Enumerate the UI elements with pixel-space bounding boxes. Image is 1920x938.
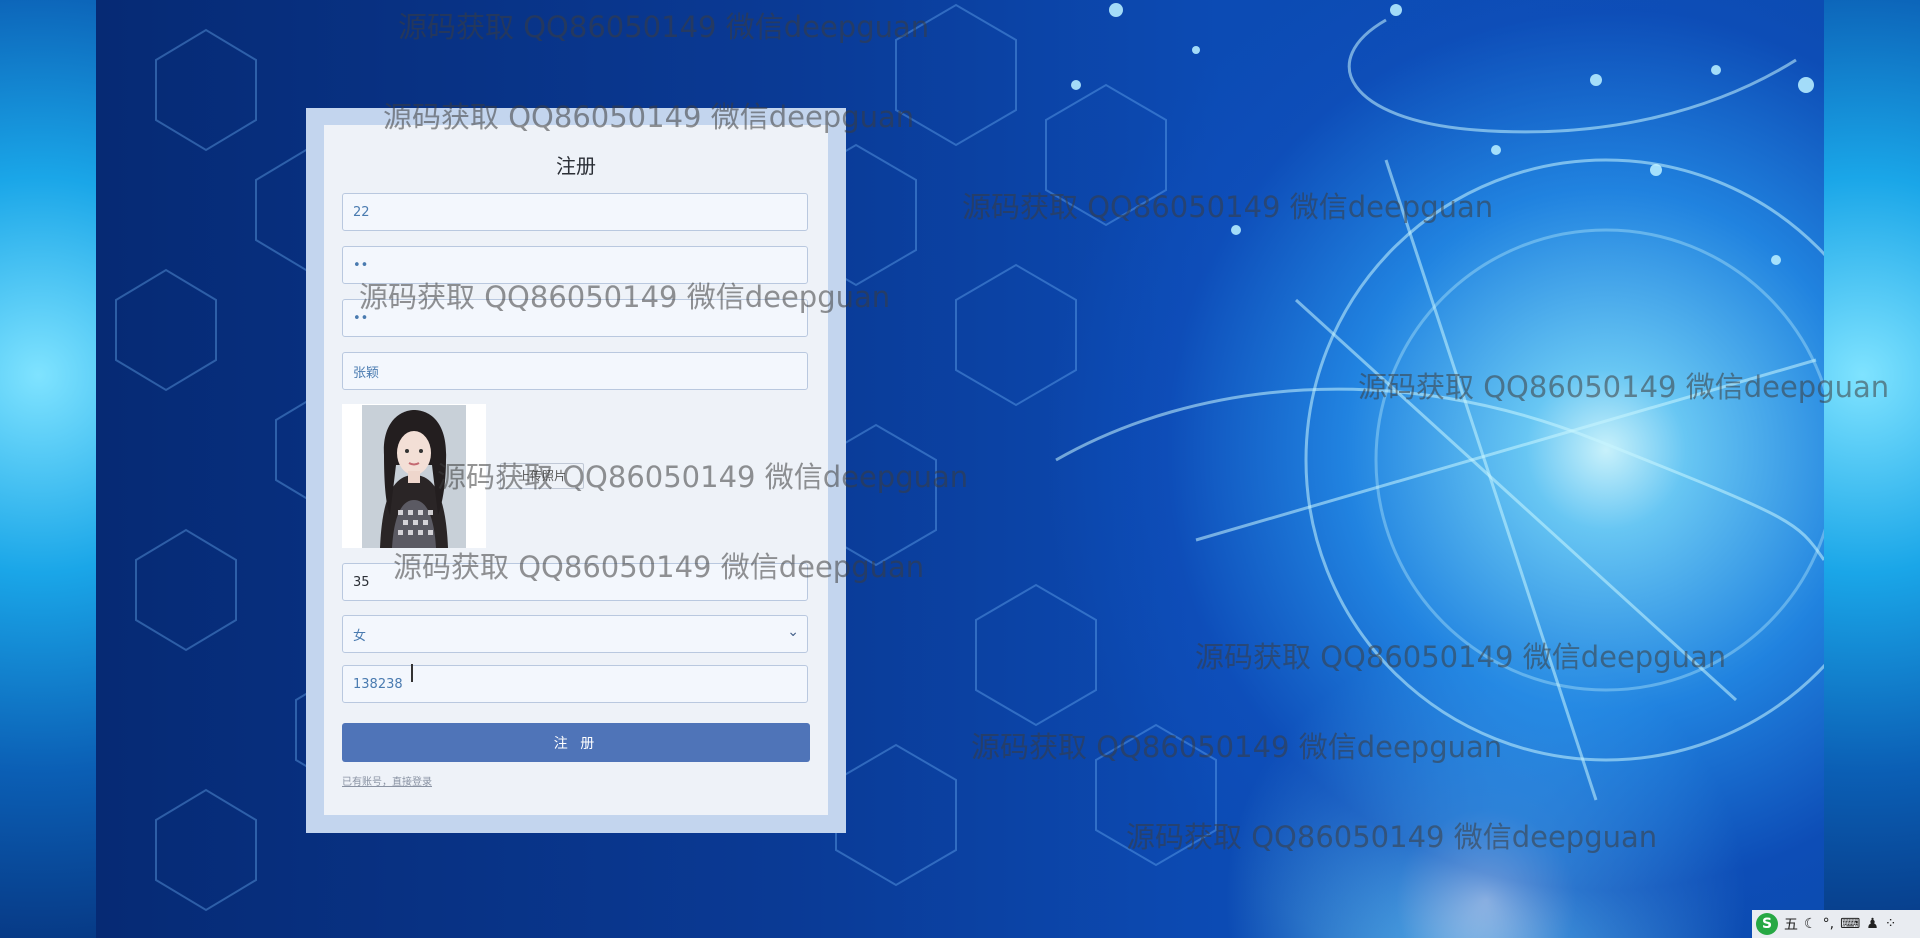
password-value: •• bbox=[353, 257, 369, 273]
phone-value: 138238 bbox=[353, 676, 403, 692]
portrait-image bbox=[362, 405, 466, 548]
keyboard-icon[interactable]: ⌨ bbox=[1840, 916, 1860, 932]
user-icon[interactable]: ♟ bbox=[1866, 916, 1879, 932]
account-field[interactable]: 22 bbox=[342, 193, 808, 231]
confirm-password-value: •• bbox=[353, 310, 369, 326]
account-value: 22 bbox=[353, 204, 370, 220]
name-value: 张颖 bbox=[353, 365, 380, 381]
age-field[interactable]: 35 bbox=[342, 563, 808, 601]
login-link[interactable]: 已有账号，直接登录 bbox=[342, 773, 432, 788]
text-cursor-icon bbox=[411, 664, 413, 682]
profile-photo bbox=[362, 405, 466, 548]
punctuation-icon[interactable]: °, bbox=[1823, 916, 1834, 932]
apps-icon[interactable]: ⁘ bbox=[1885, 916, 1897, 932]
age-value: 35 bbox=[353, 574, 370, 590]
gender-select[interactable]: 女 ⌄ bbox=[342, 615, 808, 653]
page-title: 注册 bbox=[556, 154, 596, 178]
upload-photo-button[interactable]: 上传照片 bbox=[500, 463, 584, 489]
register-button[interactable]: 注 册 bbox=[342, 723, 810, 762]
chevron-down-icon: ⌄ bbox=[787, 624, 799, 640]
ime-mode[interactable]: 五 bbox=[1784, 914, 1798, 934]
password-field[interactable]: •• bbox=[342, 246, 808, 284]
confirm-password-field[interactable]: •• bbox=[342, 299, 808, 337]
sogou-logo-icon[interactable]: S bbox=[1756, 913, 1778, 935]
background-globe-right bbox=[1824, 0, 1920, 938]
background-globe-left bbox=[0, 0, 96, 938]
name-field[interactable]: 张颖 bbox=[342, 352, 808, 390]
moon-icon[interactable]: ☾ bbox=[1804, 916, 1817, 932]
gender-value: 女 bbox=[353, 628, 367, 644]
ime-tray: S 五 ☾ °, ⌨ ♟ ⁘ bbox=[1752, 910, 1920, 938]
